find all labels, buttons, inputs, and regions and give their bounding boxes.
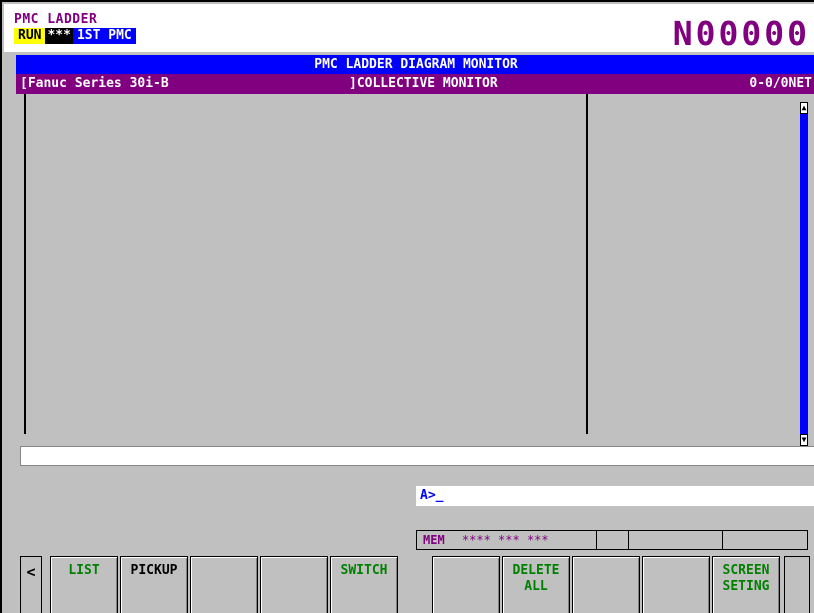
- message-strip: [20, 446, 814, 466]
- softkey-blank-5-button[interactable]: [642, 556, 710, 613]
- status-mode-fields: MEM **** *** ***: [416, 530, 596, 550]
- status-fields: **** *** ***: [461, 533, 549, 547]
- softkey-prev-button[interactable]: <: [20, 556, 42, 613]
- left-power-rail: [24, 94, 26, 434]
- softkey-delete-label-1: DELETE: [512, 563, 560, 578]
- softkey-list-label: LIST: [68, 563, 100, 578]
- cnc-screen: PMC LADDER RUN *** 1ST PMC N00000 PMC LA…: [0, 0, 814, 613]
- softkey-pickup-button[interactable]: PICKUP: [120, 556, 188, 613]
- softkey-switch-label: SWITCH: [340, 563, 388, 578]
- header: PMC LADDER RUN *** 1ST PMC N00000: [4, 4, 814, 53]
- softkey-list-button[interactable]: LIST: [50, 556, 118, 613]
- scroll-up-icon[interactable]: ▲: [800, 102, 808, 114]
- softkey-screen-label-2: SETING: [722, 579, 770, 594]
- status-cell-2: [628, 530, 722, 550]
- mode-title: PMC LADDER: [14, 12, 98, 27]
- status-cell-3: [722, 530, 808, 550]
- softkey-delete-all-button[interactable]: DELETE ALL: [502, 556, 570, 613]
- softkey-blank-3-button[interactable]: [432, 556, 500, 613]
- mode-indicator: MEM: [423, 533, 445, 547]
- status-bar: MEM **** *** ***: [416, 530, 808, 550]
- softkey-gap: [404, 556, 430, 613]
- vertical-scrollbar[interactable]: ▲ ▼: [800, 102, 808, 446]
- net-position: 0-0/0NET: [749, 76, 812, 91]
- ladder-monitor-area[interactable]: ▲ ▼: [20, 94, 814, 446]
- softkey-next-button[interactable]: [784, 556, 810, 613]
- status-cell-1: [596, 530, 628, 550]
- pmc-select: 1ST PMC: [72, 28, 136, 44]
- alarm-status: ***: [45, 28, 73, 44]
- softkey-blank-2-button[interactable]: [260, 556, 328, 613]
- softkey-delete-label-2: ALL: [524, 579, 548, 594]
- monitor-mode: ]COLLECTIVE MONITOR: [349, 76, 498, 91]
- right-power-rail: [586, 94, 588, 434]
- chevron-left-icon: <: [26, 563, 36, 581]
- screen-title-bar: PMC LADDER DIAGRAM MONITOR: [16, 55, 814, 74]
- softkey-bar: < LIST PICKUP SWITCH DELETE ALL SCREEN S…: [20, 556, 814, 613]
- softkey-switch-button[interactable]: SWITCH: [330, 556, 398, 613]
- softkey-blank-1-button[interactable]: [190, 556, 258, 613]
- softkey-pickup-label: PICKUP: [130, 563, 178, 578]
- key-input-line[interactable]: A>_: [416, 486, 814, 506]
- monitor-info-bar: [Fanuc Series 30i-B ]COLLECTIVE MONITOR …: [16, 74, 814, 94]
- softkey-blank-4-button[interactable]: [572, 556, 640, 613]
- softkey-screen-label-1: SCREEN: [722, 563, 770, 578]
- status-line: RUN *** 1ST PMC: [14, 28, 136, 44]
- scroll-down-icon[interactable]: ▼: [800, 434, 808, 446]
- program-number: N00000: [672, 14, 810, 53]
- softkey-screen-setting-button[interactable]: SCREEN SETING: [712, 556, 780, 613]
- run-status: RUN: [14, 28, 46, 44]
- series-name: [Fanuc Series 30i-B: [20, 76, 169, 91]
